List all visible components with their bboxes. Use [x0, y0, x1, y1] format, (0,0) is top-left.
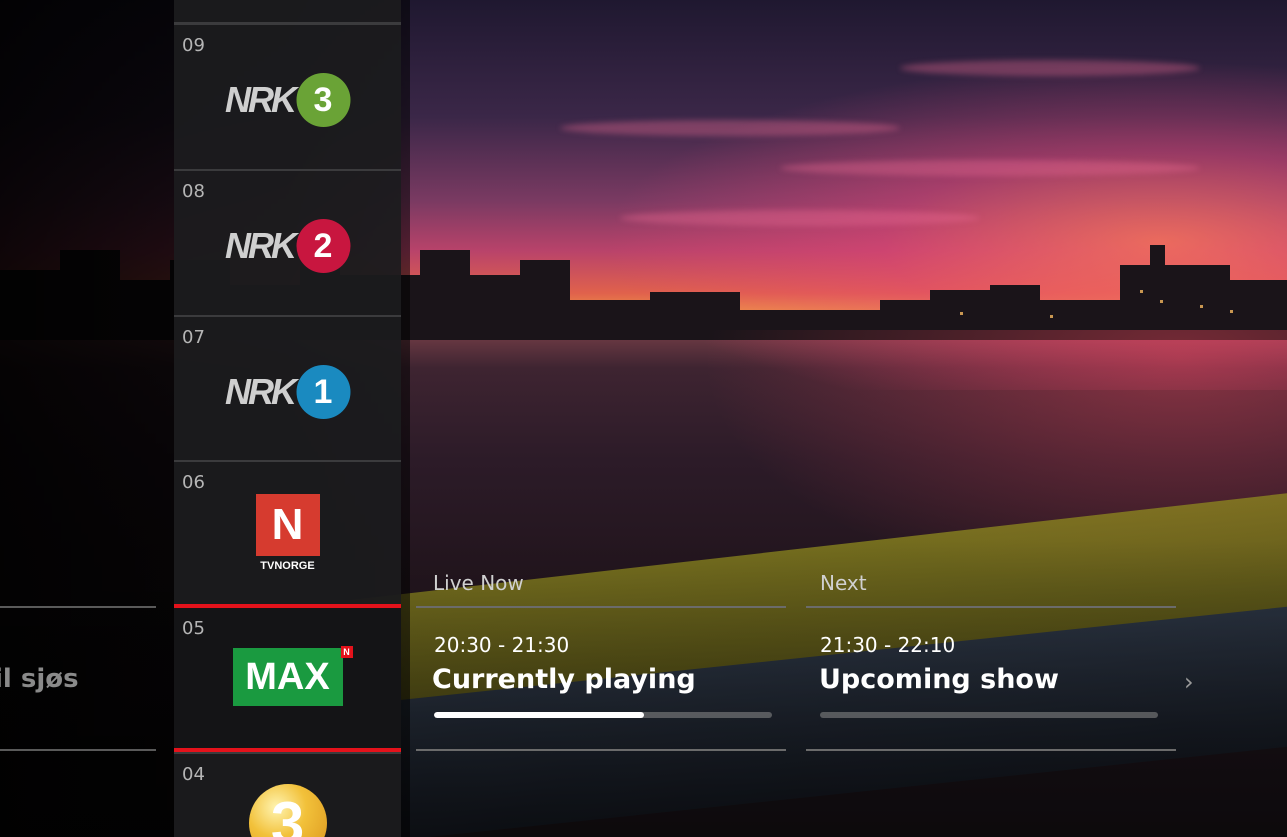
nrk3-logo: NRK 3 — [225, 73, 350, 127]
channel-number: 04 — [182, 764, 205, 785]
channel-row-05-selected[interactable]: 05 MAX N — [174, 604, 401, 752]
divider — [806, 606, 1176, 608]
tv3-logo: 3 — [248, 784, 327, 837]
next-title[interactable]: Upcoming show — [819, 664, 1059, 695]
chevron-right-icon[interactable]: › — [1184, 668, 1194, 696]
channel-number: 09 — [182, 35, 205, 56]
channel-row-06[interactable]: 06 N TVNORGE — [174, 460, 401, 606]
channel-row[interactable] — [174, 0, 401, 24]
channel-row-09[interactable]: 09 NRK 3 — [174, 23, 401, 169]
previous-programme-title[interactable]: il sjøs — [0, 664, 79, 694]
channel-number: 08 — [182, 181, 205, 202]
live-now-time: 20:30 - 21:30 — [434, 633, 570, 657]
nrk1-logo: NRK 1 — [225, 365, 350, 419]
channel-number: 05 — [182, 618, 205, 639]
next-time: 21:30 - 22:10 — [820, 633, 956, 657]
max-logo: MAX N — [232, 646, 353, 706]
divider — [416, 606, 786, 608]
channel-list: 09 NRK 3 08 NRK 2 07 NRK 1 06 N TVNORGE … — [174, 0, 401, 837]
next-header: Next — [820, 571, 867, 595]
channel-number: 06 — [182, 472, 205, 493]
divider — [0, 749, 156, 751]
channel-row-07[interactable]: 07 NRK 1 — [174, 315, 401, 461]
nrk2-logo: NRK 2 — [225, 219, 350, 273]
next-progress — [820, 712, 1158, 718]
channel-row-08[interactable]: 08 NRK 2 — [174, 169, 401, 315]
progress-fill — [434, 712, 644, 718]
live-now-header: Live Now — [433, 571, 524, 595]
tvnorge-logo: N TVNORGE — [248, 494, 328, 572]
divider — [416, 749, 786, 751]
divider — [0, 606, 156, 608]
live-now-title[interactable]: Currently playing — [432, 664, 696, 695]
channel-row-04[interactable]: 04 3 — [174, 752, 401, 837]
channel-number: 07 — [182, 327, 205, 348]
divider — [806, 749, 1176, 751]
live-now-progress — [434, 712, 772, 718]
